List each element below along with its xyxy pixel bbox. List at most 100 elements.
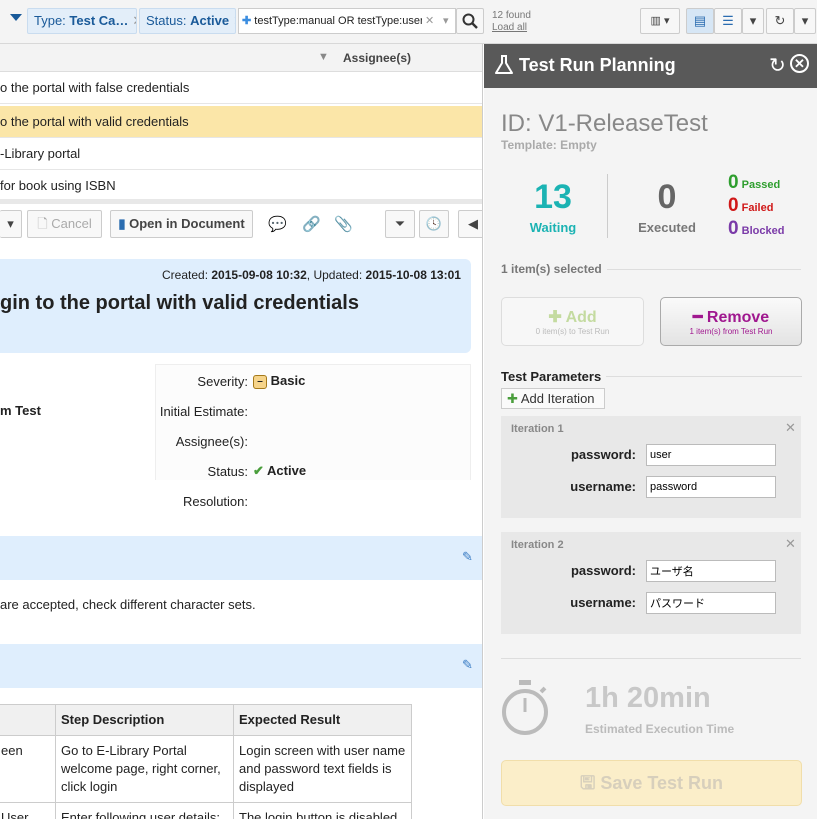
username-field[interactable] bbox=[646, 476, 776, 498]
work-item-pane: ▼ Assignee(s) o the portal with false cr… bbox=[0, 44, 483, 819]
view-document-button[interactable]: ▤ bbox=[686, 8, 714, 34]
close-circle-icon[interactable]: ✕ bbox=[790, 54, 809, 73]
edit-pencil-icon[interactable]: ✎ bbox=[462, 549, 473, 565]
dropdown-button[interactable]: ▾ bbox=[0, 210, 22, 238]
close-icon[interactable]: ✕ bbox=[785, 536, 796, 552]
column-header-assignee[interactable]: Assignee(s) bbox=[343, 51, 411, 65]
search-button[interactable] bbox=[456, 8, 484, 34]
iteration-card: Iteration 1 ✕ password: username: bbox=[501, 416, 801, 518]
chevron-down-icon[interactable]: ▾ bbox=[443, 9, 449, 33]
attachment-icon[interactable]: 📎 bbox=[334, 215, 353, 233]
collapse-button[interactable]: ◀ bbox=[458, 210, 482, 238]
status-check-icon: ✔ bbox=[253, 463, 264, 478]
filter-chip-status[interactable]: Status: Active✕ bbox=[139, 8, 236, 34]
severity-value[interactable]: – Basic bbox=[253, 373, 305, 389]
row-title: -Library portal bbox=[0, 146, 81, 161]
chevron-down-icon: ▾ bbox=[801, 13, 809, 28]
created-label: Created: bbox=[162, 268, 209, 282]
table-row[interactable]: een Go to E-Library Portal welcome page,… bbox=[0, 735, 412, 803]
add-button[interactable]: ✚ Add 0 item(s) to Test Run bbox=[501, 297, 644, 346]
executed-count: 0 bbox=[657, 178, 677, 216]
resolution-label: Resolution: bbox=[182, 494, 248, 509]
row-title: o the portal with false credentials bbox=[0, 80, 190, 95]
column-layout-button[interactable]: ▥ ▾ bbox=[640, 8, 680, 34]
template-label: Template: Empty bbox=[501, 138, 597, 152]
waiting-count: 13 bbox=[534, 178, 572, 216]
updated-label: Updated: bbox=[313, 268, 363, 282]
remove-button-main: ━ Remove bbox=[661, 307, 801, 327]
filter-chip-value: Test Ca… bbox=[69, 13, 129, 28]
column-header: Step Description bbox=[55, 704, 234, 736]
splitter[interactable] bbox=[0, 199, 482, 204]
description-header: ✎ bbox=[0, 536, 482, 580]
remove-label: Remove bbox=[706, 309, 770, 326]
close-icon[interactable]: ✕ bbox=[233, 13, 235, 28]
link-icon[interactable]: 🔗 bbox=[302, 215, 321, 233]
chevron-down-icon[interactable] bbox=[10, 14, 22, 21]
table-row[interactable]: for book using ISBN bbox=[0, 170, 482, 202]
minus-icon: ━ bbox=[692, 309, 703, 326]
work-item-header: Created: 2015-09-08 10:32, Updated: 2015… bbox=[0, 259, 471, 353]
filter-button[interactable]: ⏷ bbox=[385, 210, 415, 238]
result-count: 12 found bbox=[492, 10, 531, 21]
remove-button[interactable]: ━ Remove 1 item(s) from Test Run bbox=[660, 297, 802, 346]
history-button[interactable]: 🕓 bbox=[419, 210, 449, 238]
password-field[interactable] bbox=[646, 444, 776, 466]
divider bbox=[607, 174, 608, 238]
selection-info: 1 item(s) selected bbox=[501, 262, 602, 276]
close-icon[interactable]: ✕ bbox=[425, 9, 434, 33]
table-cell: The login button is disabled bbox=[233, 802, 412, 819]
query-field[interactable]: ✚ testType:manual OR testType:user ✕ ▾ bbox=[238, 8, 456, 34]
clock-icon: 🕓 bbox=[425, 216, 443, 231]
username-label: username: bbox=[570, 479, 636, 494]
more-button[interactable]: ▾ bbox=[794, 8, 816, 34]
view-menu-button[interactable]: ▾ bbox=[742, 8, 764, 34]
failed-label: Failed bbox=[741, 202, 774, 214]
refresh-icon[interactable]: ↻ bbox=[769, 53, 786, 78]
failed-count: 0 bbox=[728, 195, 739, 216]
page-title: gin to the portal with valid credentials bbox=[0, 292, 359, 314]
table-row[interactable]: -Library portal bbox=[0, 138, 482, 170]
sort-arrow-icon[interactable]: ▼ bbox=[318, 51, 329, 63]
refresh-button[interactable]: ↻ bbox=[766, 8, 794, 34]
table-row[interactable]: o the portal with valid credentials bbox=[0, 106, 482, 138]
failed-stat: 0 Failed bbox=[728, 195, 773, 217]
query-input[interactable]: testType:manual OR testType:user bbox=[254, 9, 422, 33]
table-cell: Login screen with user name and password… bbox=[233, 735, 412, 803]
divider bbox=[607, 269, 801, 270]
password-field[interactable] bbox=[646, 560, 776, 582]
passed-stat: 0 Passed bbox=[728, 172, 780, 194]
table-row[interactable]: o the portal with false credentials bbox=[0, 72, 482, 104]
plus-icon: ✚ bbox=[242, 15, 252, 27]
row-title: o the portal with valid credentials bbox=[0, 114, 189, 129]
open-in-document-button[interactable]: ▮ Open in Document bbox=[110, 210, 253, 238]
chevron-down-icon: ▾ bbox=[749, 13, 757, 28]
status-value[interactable]: ✔ Active bbox=[253, 463, 306, 479]
close-icon[interactable]: ✕ bbox=[785, 420, 796, 436]
password-label: password: bbox=[570, 447, 636, 462]
close-icon[interactable]: ✕ bbox=[132, 13, 136, 28]
add-button-main: ✚ Add bbox=[502, 307, 643, 327]
cancel-button[interactable]: 🗋 Cancel bbox=[27, 210, 102, 238]
edit-pencil-icon[interactable]: ✎ bbox=[462, 657, 473, 673]
estimated-time: 1h 20min bbox=[585, 682, 711, 714]
view-tree-button[interactable]: ☰ bbox=[714, 8, 742, 34]
table-row[interactable]: User Enter following user details: The l… bbox=[0, 802, 412, 819]
severity-label: Severity: bbox=[197, 374, 248, 389]
add-iteration-button[interactable]: ✚ Add Iteration bbox=[501, 388, 605, 409]
created-value: 2015-09-08 10:32 bbox=[211, 268, 307, 282]
severity-icon: – bbox=[253, 374, 267, 389]
divider bbox=[606, 376, 802, 377]
comment-icon[interactable]: 💬 bbox=[268, 215, 287, 233]
parameters-heading: Test Parameters bbox=[501, 369, 602, 384]
iteration-card: Iteration 2 ✕ password: username: bbox=[501, 532, 801, 634]
test-run-planning-panel: Test Run Planning ↻ ✕ ID: V1-ReleaseTest… bbox=[484, 44, 817, 819]
panel-header: Test Run Planning ↻ ✕ bbox=[484, 44, 817, 88]
panel-title: Test Run Planning bbox=[519, 55, 676, 75]
filter-chip-type[interactable]: Type: Test Ca…✕ bbox=[27, 8, 137, 34]
username-field[interactable] bbox=[646, 592, 776, 614]
status-text: Active bbox=[267, 463, 307, 478]
save-test-run-button[interactable]: 🖫 Save Test Run bbox=[501, 760, 802, 806]
load-all-link[interactable]: Load all bbox=[492, 22, 527, 33]
filter-toolbar: Type: Test Ca…✕ Status: Active✕ ✚ testTy… bbox=[0, 0, 817, 44]
